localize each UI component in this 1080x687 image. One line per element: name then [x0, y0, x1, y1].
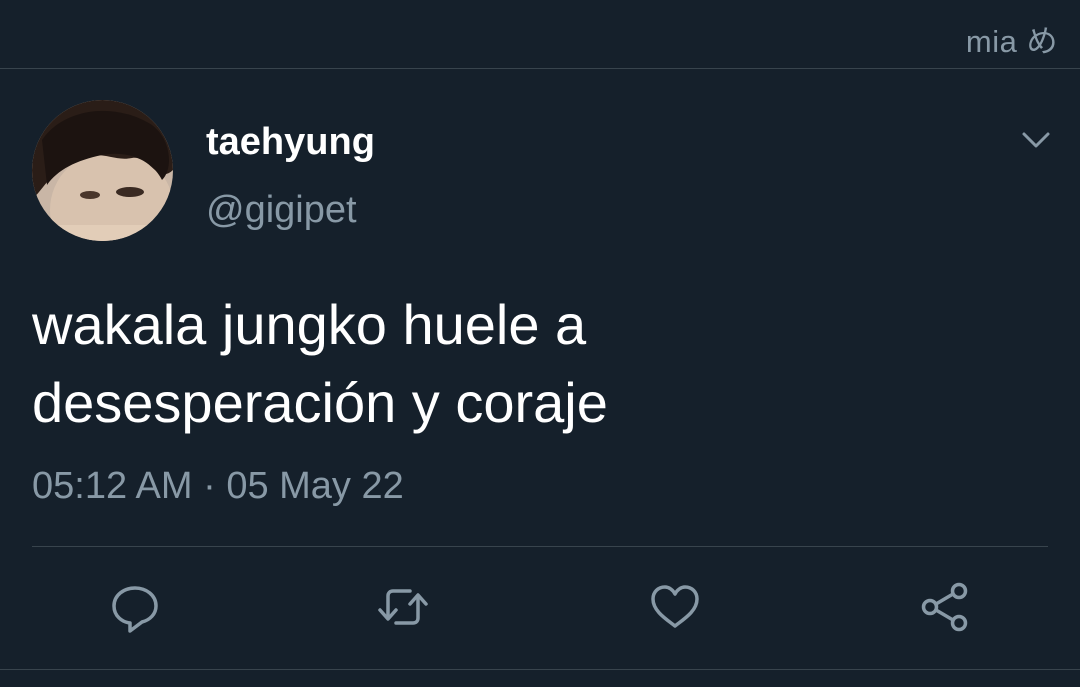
watermark-text: mia め	[965, 24, 1058, 59]
author-display-name[interactable]: taehyung	[206, 121, 375, 164]
like-button[interactable]	[648, 580, 702, 634]
tweet-text: wakala jungko huele a desesperación y co…	[32, 286, 1042, 442]
divider	[32, 546, 1048, 547]
retweet-icon	[378, 589, 428, 625]
author-handle[interactable]: @gigipet	[206, 189, 357, 232]
share-icon	[921, 582, 968, 632]
chevron-down-icon[interactable]	[1018, 122, 1054, 158]
share-button[interactable]	[918, 580, 972, 634]
retweet-button[interactable]	[376, 580, 430, 634]
tweet-timestamp[interactable]: 05:12 AM · 05 May 22	[32, 465, 404, 508]
tweet-text-line: wakala jungko huele a	[32, 293, 587, 356]
avatar[interactable]	[32, 100, 173, 241]
reply-button[interactable]	[108, 580, 162, 634]
tweet-text-line: desesperación y coraje	[32, 371, 608, 434]
reply-icon	[112, 586, 158, 633]
heart-icon	[651, 585, 699, 628]
top-bar: mia め	[0, 0, 1080, 69]
bottom-divider	[0, 669, 1080, 670]
avatar-image	[32, 100, 173, 241]
